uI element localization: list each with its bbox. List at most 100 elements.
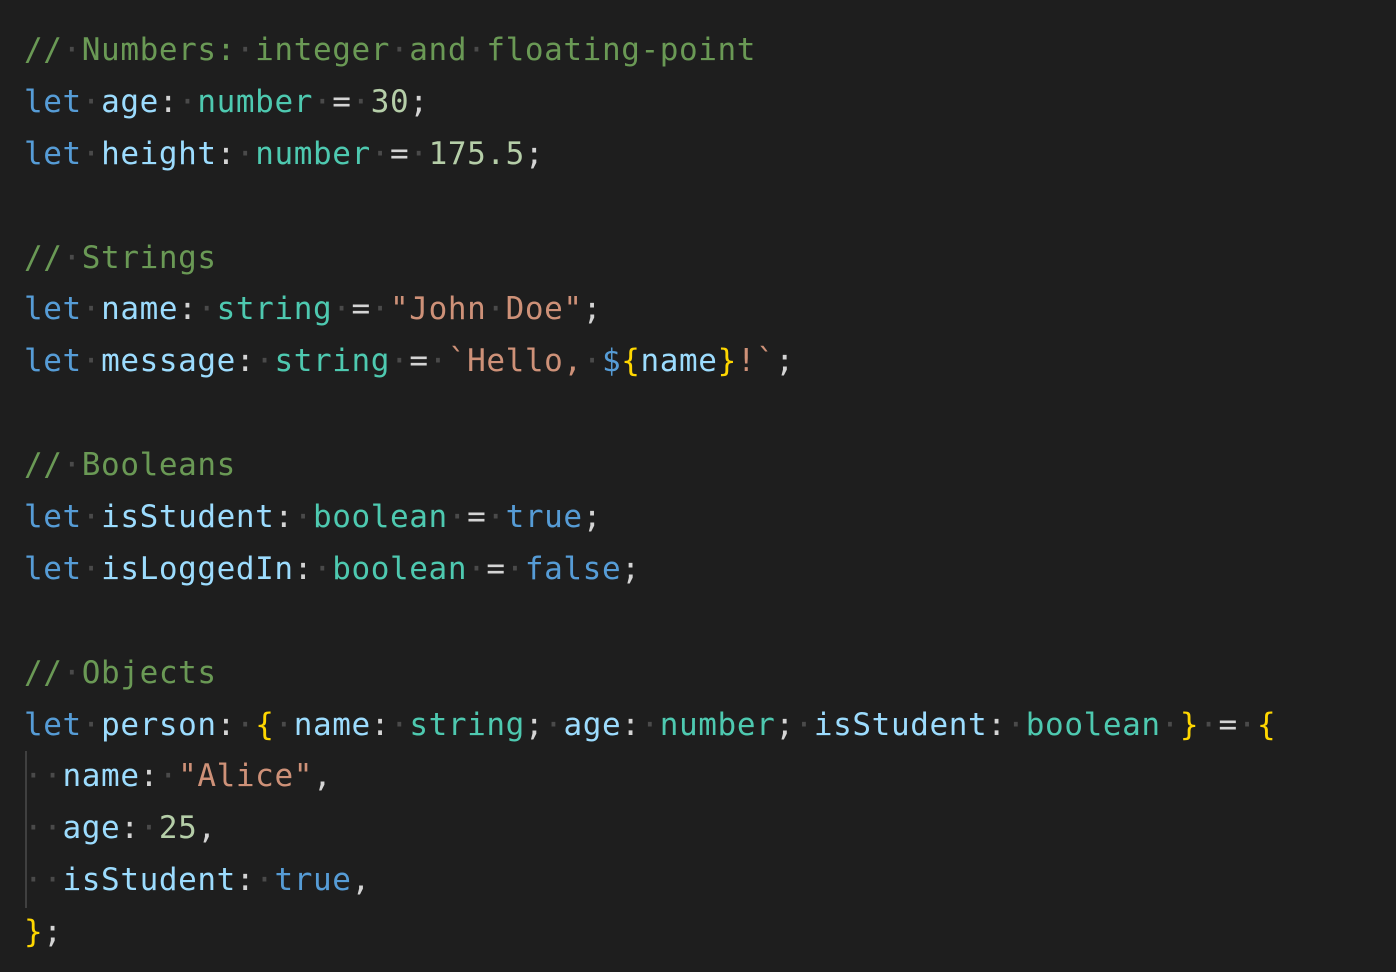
bracket-token: { bbox=[255, 706, 275, 743]
code-line[interactable]: }; bbox=[24, 907, 1396, 959]
whitespace-marker: ·· bbox=[24, 758, 63, 795]
string-token: Doe" bbox=[505, 291, 583, 328]
identifier-token: age bbox=[62, 810, 121, 847]
identifier-token: name bbox=[640, 343, 718, 380]
whitespace-marker: · bbox=[640, 706, 660, 743]
number-token: 175.5 bbox=[428, 135, 525, 172]
keyword-token: let bbox=[24, 499, 82, 536]
whitespace-marker: · bbox=[81, 550, 102, 587]
keyword-token: let bbox=[24, 83, 82, 120]
keyword-token: false bbox=[524, 550, 622, 587]
code-line[interactable]: ··name:·"Alice", bbox=[24, 751, 1396, 803]
code-line[interactable]: //·Strings bbox=[24, 233, 1396, 285]
keyword-token: let bbox=[24, 706, 82, 743]
code-line[interactable]: let·name:·string·=·"John·Doe"; bbox=[24, 284, 1396, 336]
identifier-token: height bbox=[101, 135, 217, 172]
code-line[interactable]: let·isLoggedIn:·boolean·=·false; bbox=[24, 544, 1396, 596]
type-token: number bbox=[197, 83, 313, 120]
comment-token: // bbox=[24, 239, 63, 276]
code-line[interactable] bbox=[24, 388, 1396, 440]
code-line[interactable]: let·person:·{·name:·string;·age:·number;… bbox=[24, 700, 1396, 752]
code-area[interactable]: //·Numbers:·integer·and·floating-point le… bbox=[24, 25, 1396, 959]
code-line[interactable]: //·Objects bbox=[24, 648, 1396, 700]
comment-token: Numbers: bbox=[81, 32, 236, 68]
whitespace-marker: · bbox=[582, 343, 602, 380]
code-line[interactable]: let·isStudent:·boolean·=·true; bbox=[24, 492, 1396, 544]
punctuation-token: ; bbox=[775, 343, 795, 380]
code-line[interactable] bbox=[24, 181, 1396, 233]
whitespace-marker: · bbox=[81, 499, 102, 536]
punctuation-token: = bbox=[351, 291, 371, 328]
whitespace-marker: · bbox=[293, 499, 313, 536]
comment-token: Booleans bbox=[81, 447, 236, 484]
punctuation-token: ; bbox=[409, 83, 429, 120]
comment-token: // bbox=[24, 654, 63, 691]
punctuation-token: : bbox=[987, 706, 1007, 743]
comment-token: // bbox=[24, 447, 63, 484]
identifier-token: name bbox=[101, 291, 179, 328]
bracket-token: { bbox=[621, 343, 641, 380]
whitespace-marker: · bbox=[274, 706, 294, 743]
whitespace-marker: · bbox=[544, 706, 564, 743]
whitespace-marker: · bbox=[312, 83, 333, 120]
keyword-token: let bbox=[24, 291, 82, 328]
comment-token: // bbox=[24, 32, 63, 68]
code-line[interactable]: let·message:·string·=·`Hello,·${name}!`; bbox=[24, 336, 1396, 388]
punctuation-token: , bbox=[351, 862, 371, 899]
whitespace-marker: · bbox=[370, 291, 391, 328]
identifier-token: age bbox=[101, 83, 159, 120]
punctuation-token: : bbox=[216, 135, 236, 172]
whitespace-marker: · bbox=[62, 239, 82, 276]
code-line[interactable]: let·age:·number·=·30; bbox=[24, 77, 1396, 129]
punctuation-token: : bbox=[139, 758, 159, 795]
comment-token: Objects bbox=[81, 654, 217, 691]
code-line[interactable]: ··age:·25, bbox=[24, 803, 1396, 855]
punctuation-token: ; bbox=[775, 706, 795, 743]
whitespace-marker: ·· bbox=[24, 810, 63, 847]
punctuation-token: , bbox=[312, 758, 333, 795]
keyword-token: true bbox=[505, 499, 583, 536]
whitespace-marker: · bbox=[390, 706, 410, 743]
whitespace-marker: · bbox=[794, 706, 814, 743]
code-line[interactable]: //·Booleans bbox=[24, 440, 1396, 492]
identifier-token: name bbox=[62, 758, 140, 795]
punctuation-token: ; bbox=[524, 706, 545, 743]
code-line[interactable]: ··isStudent:·true, bbox=[24, 855, 1396, 907]
whitespace-marker: · bbox=[351, 83, 371, 120]
whitespace-marker: · bbox=[255, 862, 275, 899]
punctuation-token: = bbox=[390, 135, 410, 172]
code-line[interactable]: //·Numbers:·integer·and·floating-point bbox=[24, 25, 1396, 77]
punctuation-token: : bbox=[178, 291, 198, 328]
punctuation-token: : bbox=[216, 706, 236, 743]
comment-token: integer bbox=[255, 32, 391, 68]
whitespace-marker: · bbox=[486, 291, 506, 328]
punctuation-token: ; bbox=[621, 550, 641, 587]
whitespace-marker: · bbox=[1006, 706, 1026, 743]
whitespace-marker: · bbox=[62, 32, 82, 68]
whitespace-marker: · bbox=[81, 83, 102, 120]
number-token: 25 bbox=[158, 810, 198, 847]
whitespace-marker: · bbox=[62, 654, 82, 691]
whitespace-marker: · bbox=[467, 32, 487, 68]
code-line[interactable]: let·height:·number·=·175.5; bbox=[24, 129, 1396, 181]
string-token: !` bbox=[736, 343, 776, 380]
whitespace-marker: · bbox=[62, 447, 82, 484]
whitespace-marker: · bbox=[390, 343, 410, 380]
type-token: boolean bbox=[312, 499, 448, 536]
whitespace-marker: · bbox=[235, 135, 256, 172]
whitespace-marker: · bbox=[1199, 706, 1219, 743]
whitespace-marker: · bbox=[81, 706, 102, 743]
whitespace-marker: · bbox=[139, 810, 159, 847]
whitespace-marker: · bbox=[81, 291, 102, 328]
code-editor[interactable]: //·Numbers:·integer·and·floating-point le… bbox=[0, 0, 1396, 972]
whitespace-marker: · bbox=[197, 291, 217, 328]
punctuation-token: : bbox=[293, 550, 313, 587]
identifier-token: message bbox=[101, 343, 236, 380]
bracket-token: } bbox=[1179, 706, 1200, 743]
comment-token: floating-point bbox=[486, 32, 757, 68]
type-token: boolean bbox=[332, 550, 468, 587]
whitespace-marker: · bbox=[428, 343, 448, 380]
punctuation-token: : bbox=[235, 343, 256, 380]
code-line[interactable] bbox=[24, 596, 1396, 648]
type-token: string bbox=[216, 291, 333, 328]
